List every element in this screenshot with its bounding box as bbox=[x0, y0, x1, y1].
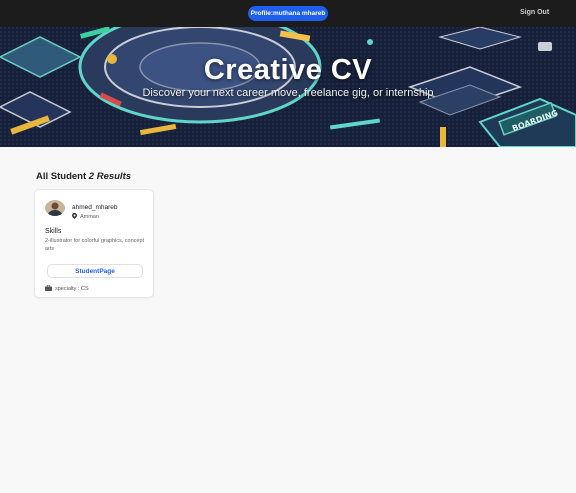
hero-banner: BOARDING Creative CV Discover your next … bbox=[0, 27, 576, 147]
skills-title: Skills bbox=[45, 228, 62, 235]
student-location-text: Amman bbox=[80, 214, 99, 220]
student-specialty: specialty : CS bbox=[45, 284, 89, 293]
results-heading: All Student 2 Results bbox=[36, 171, 131, 182]
student-location: Amman bbox=[72, 213, 99, 221]
hero-subtitle: Discover your next career move, freelanc… bbox=[142, 87, 434, 99]
student-page-button[interactable]: StudentPage bbox=[47, 264, 143, 278]
profile-button[interactable]: Profile:muthana mhareb bbox=[248, 6, 328, 21]
student-card: ahmed_mhareb Amman Skills 2-illustrator … bbox=[34, 189, 154, 298]
skills-description: 2-illustrator for colorful graphics, con… bbox=[45, 238, 145, 252]
sign-out-link[interactable]: Sign Out bbox=[520, 9, 549, 16]
student-specialty-text: specialty : CS bbox=[55, 286, 89, 292]
location-pin-icon bbox=[72, 213, 77, 221]
briefcase-icon bbox=[45, 284, 52, 293]
results-heading-label: All Student bbox=[36, 171, 87, 182]
student-username: ahmed_mhareb bbox=[72, 204, 118, 211]
top-navbar: Profile:muthana mhareb Sign Out bbox=[0, 0, 576, 27]
results-count: 2 Results bbox=[88, 171, 132, 182]
hero-title: Creative CV bbox=[203, 54, 373, 86]
avatar bbox=[45, 200, 65, 216]
